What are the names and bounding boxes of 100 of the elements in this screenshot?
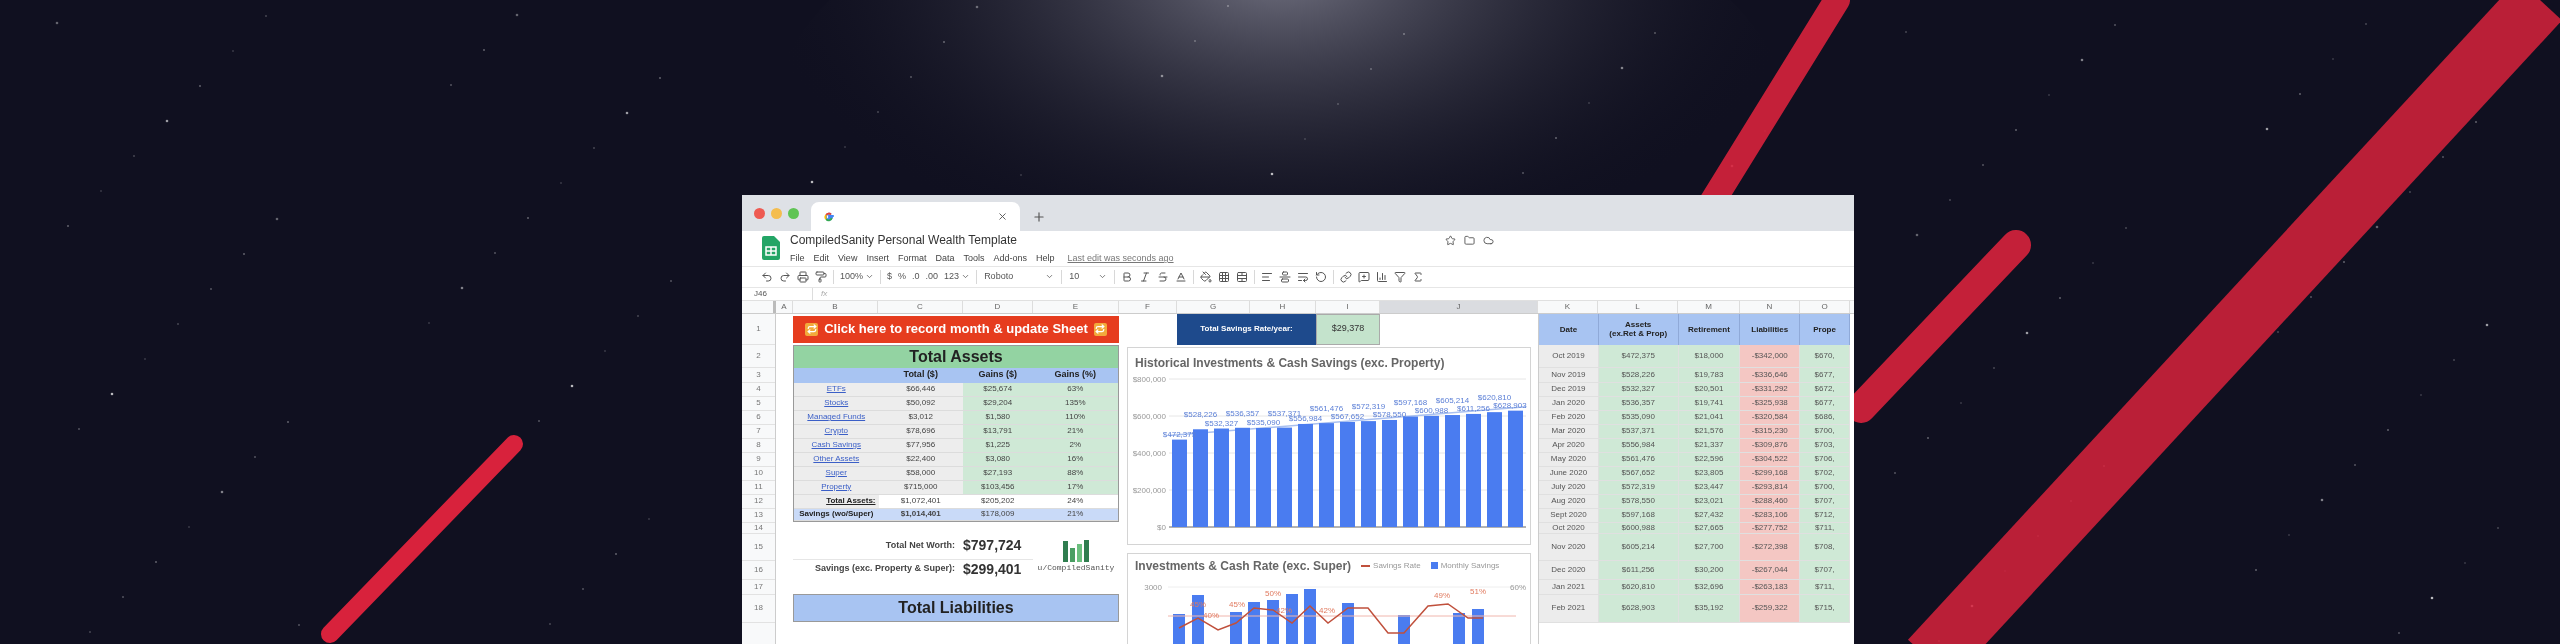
row-number[interactable]: 9 (742, 452, 775, 467)
table-cell: $670, (1800, 344, 1850, 367)
row-number[interactable]: 15 (742, 533, 775, 561)
data-label: $535,090 (1246, 417, 1281, 427)
summary-label: Savings (exc. Property & Super): (813, 562, 956, 576)
table-cell: $178,009 (962, 508, 1033, 520)
data-label: $536,357 (1225, 408, 1260, 418)
caret-icon (1098, 272, 1108, 281)
column-letter[interactable]: B (793, 300, 878, 313)
column-letter[interactable]: D (963, 300, 1033, 313)
column-letter[interactable]: A (776, 300, 793, 313)
star-icon[interactable] (1445, 234, 1456, 246)
table-cell: Oct 2019 (1539, 344, 1599, 367)
table-cell: $600,988 (1598, 522, 1679, 533)
row-number[interactable]: 10 (742, 466, 775, 481)
close-tab-icon[interactable] (997, 211, 1008, 222)
column-letter[interactable]: E (1033, 300, 1119, 313)
zoom-dropdown[interactable]: 100% (837, 266, 878, 287)
cloud-icon[interactable] (1483, 234, 1494, 246)
new-tab-icon[interactable] (1032, 209, 1046, 224)
column-letter[interactable]: L (1598, 300, 1678, 313)
logo-caption: u/CompiledSanity (1037, 561, 1115, 574)
number-format-dropdown[interactable]: 123 (941, 266, 974, 287)
data-label: 51% (1470, 586, 1486, 596)
data-label: $628,903 (1493, 400, 1527, 410)
legend-label: Monthly Savings (1440, 559, 1500, 572)
row-number[interactable]: 13 (742, 508, 775, 523)
column-letter[interactable]: N (1740, 300, 1800, 313)
font-dropdown[interactable]: Roboto (980, 266, 1059, 287)
row-number[interactable]: 4 (742, 382, 775, 397)
bar (1248, 601, 1260, 644)
row-number[interactable]: 3 (742, 367, 775, 383)
table-cell: $708, (1800, 533, 1850, 560)
row-number[interactable]: 12 (742, 494, 775, 509)
document-title[interactable]: CompiledSanity Personal Wealth Template (790, 231, 1017, 249)
last-edit-link[interactable]: Last edit was seconds ago (1067, 252, 1174, 266)
row-number[interactable]: 8 (742, 438, 775, 453)
font-size-dropdown[interactable]: 10 (1065, 266, 1112, 287)
data-label: $567,652 (1330, 411, 1365, 421)
column-letter[interactable]: G (1177, 300, 1250, 313)
row-number[interactable]: 17 (742, 579, 775, 595)
data-label: $532,327 (1204, 418, 1239, 427)
menu-item[interactable]: Help (1036, 252, 1055, 266)
menu-item[interactable]: View (838, 252, 858, 266)
row-number[interactable]: 11 (742, 480, 775, 495)
repeat-icon (1093, 322, 1107, 336)
table-cell: -$259,322 (1740, 594, 1801, 622)
data-label: 45% (1229, 599, 1245, 609)
table-cell: 21% (1032, 508, 1118, 520)
summary-value: $797,724 (963, 536, 1022, 555)
increase-decimals-button[interactable]: .00 (922, 266, 942, 287)
bar (1342, 602, 1354, 644)
column-letter[interactable]: C (878, 300, 963, 313)
summary-label: Total Net Worth: (884, 538, 956, 552)
repeat-icon (805, 322, 819, 336)
cell-reference[interactable]: J46 (754, 287, 804, 300)
table-cell: $1,014,401 (878, 508, 963, 520)
column-letter[interactable]: K (1538, 300, 1598, 313)
folder-icon[interactable] (1464, 234, 1475, 246)
column-letter[interactable]: O (1800, 300, 1850, 313)
row-number[interactable]: 14 (742, 522, 775, 534)
currency-format-button[interactable]: $ (884, 266, 896, 287)
table-cell: $711, (1800, 522, 1850, 533)
table-cell: $715, (1800, 594, 1850, 622)
y-tick-label: $800,000 (1132, 374, 1166, 384)
menu-item[interactable]: Insert (866, 252, 889, 266)
menu-item[interactable]: Data (935, 252, 955, 266)
row-number[interactable]: 6 (742, 410, 775, 425)
function-label: fx (812, 287, 828, 300)
menu-item[interactable]: Edit (813, 252, 830, 266)
chart-title: Investments & Cash Rate (exc. Super) (1135, 557, 1352, 575)
column-letter[interactable]: M (1678, 300, 1740, 313)
row-number[interactable]: 5 (742, 396, 775, 411)
row-number[interactable]: 7 (742, 424, 775, 439)
data-label: $561,476 (1309, 403, 1344, 413)
percent-format-button[interactable]: % (895, 266, 910, 287)
data-label: $528,226 (1183, 409, 1218, 419)
row-label: Savings (wo/Super) (794, 508, 879, 520)
decrease-decimals-button[interactable]: .0 (909, 266, 923, 287)
data-label: 49% (1434, 590, 1450, 600)
legend-label: Savings Rate (1373, 559, 1421, 572)
row-number[interactable]: 16 (742, 560, 775, 580)
menu-item[interactable]: File (790, 252, 805, 266)
menu-item[interactable]: Format (897, 252, 927, 266)
table-cell: Nov 2020 (1539, 533, 1599, 560)
data-label: $572,319 (1351, 401, 1386, 411)
data-label: 42% (1319, 605, 1335, 615)
column-header: Prope (1800, 313, 1850, 345)
row-number[interactable]: 1 (742, 313, 775, 345)
chart-title: Historical Investments & Cash Savings (exc. Property) (1134, 354, 1446, 372)
menu-item[interactable]: Tools (963, 252, 985, 266)
column-letter[interactable]: F (1119, 300, 1177, 313)
y-tick-label: $400,000 (1132, 448, 1166, 458)
menu-item[interactable]: Add-ons (993, 252, 1027, 266)
record-month-button[interactable]: Click here to record month & update Sheet (793, 315, 1119, 343)
column-letter[interactable]: H (1250, 300, 1316, 313)
row-number[interactable]: 2 (742, 344, 775, 368)
data-label: $600,988 (1414, 405, 1449, 415)
data-label: 50% (1265, 588, 1281, 598)
row-number[interactable]: 18 (742, 594, 775, 623)
